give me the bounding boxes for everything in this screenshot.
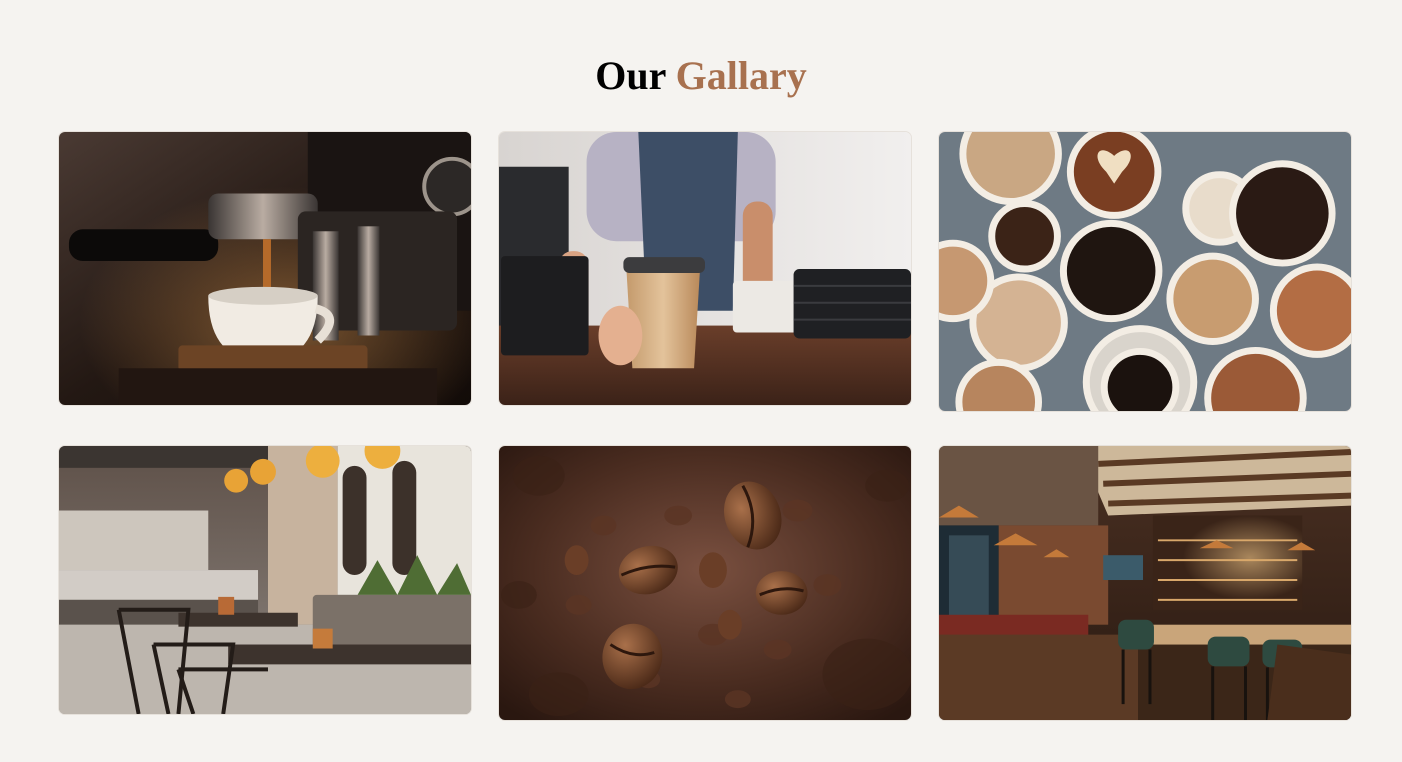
gallery-image-barista-takeaway[interactable] <box>498 131 912 406</box>
title-main: Our <box>595 53 666 98</box>
gallery-image-bar-interior[interactable] <box>938 445 1352 721</box>
title-accent: Gallary <box>675 53 807 98</box>
gallery-image-coffee-beans[interactable] <box>498 445 912 721</box>
page-title: Our Gallary <box>0 52 1402 100</box>
gallery-image-cafe-interior[interactable] <box>58 445 472 715</box>
gallery-image-espresso-machine[interactable] <box>58 131 472 406</box>
gallery-image-coffee-cups[interactable] <box>938 131 1352 412</box>
